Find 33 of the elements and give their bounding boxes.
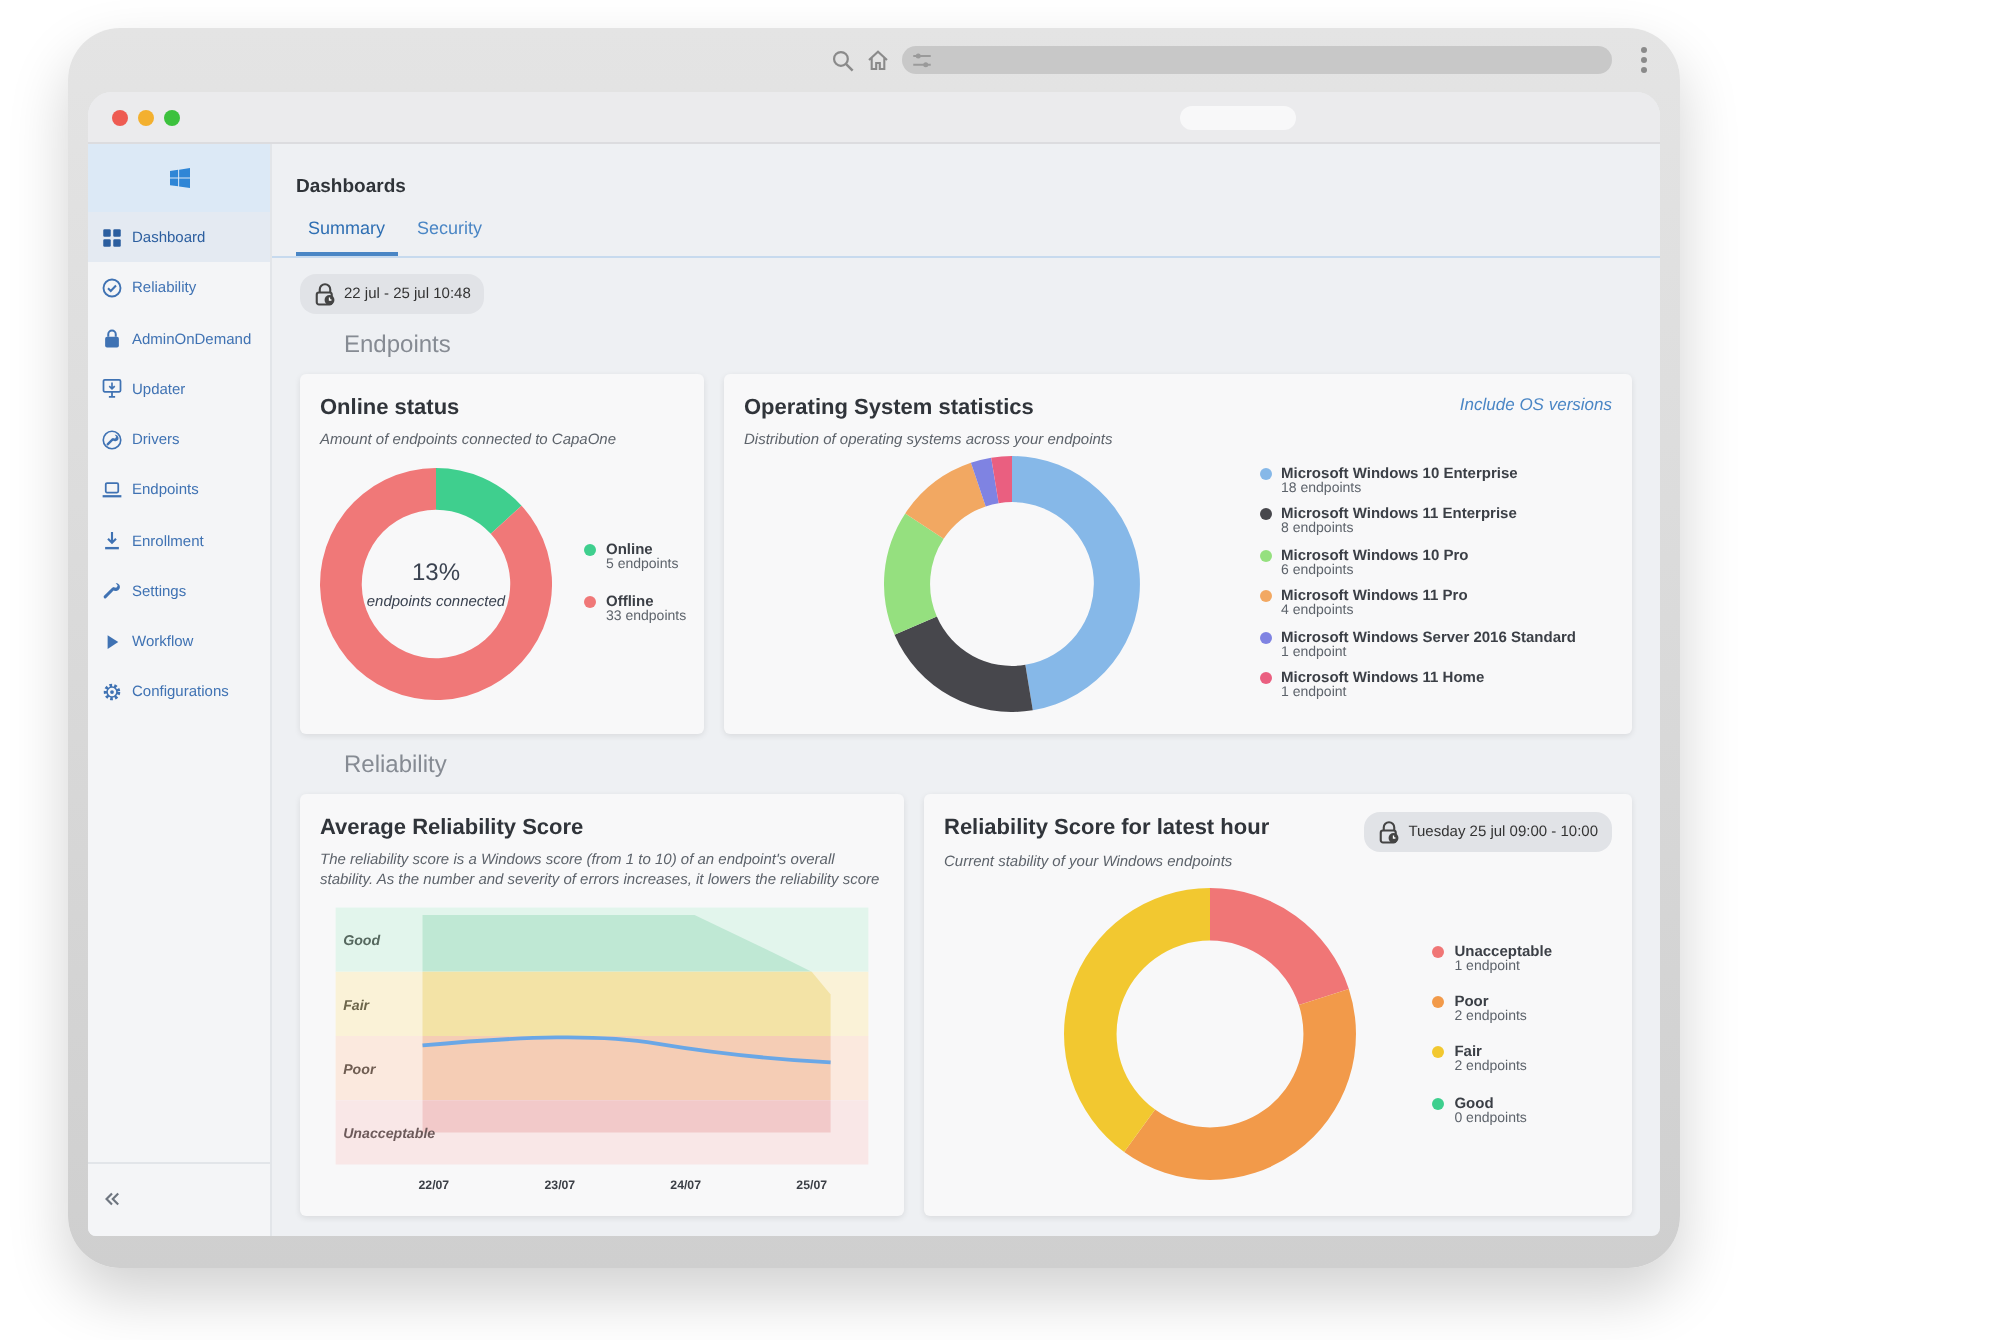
address-field[interactable] — [902, 46, 1612, 74]
center-value: 13% — [411, 556, 460, 590]
check-circle-icon — [102, 277, 122, 298]
monitor-icon — [102, 378, 122, 399]
download-icon — [102, 530, 122, 551]
collapse-icon[interactable] — [104, 1192, 120, 1207]
wrench-icon — [102, 580, 122, 601]
more-icon[interactable] — [1640, 46, 1648, 74]
window-close-icon[interactable] — [112, 109, 128, 125]
tab[interactable]: Summary — [296, 208, 398, 255]
tab[interactable]: Security — [405, 208, 495, 255]
lock-clock-icon — [1378, 820, 1401, 844]
home-icon[interactable] — [866, 48, 890, 72]
play-icon — [102, 631, 122, 652]
window-zoom-icon[interactable] — [164, 109, 180, 125]
card-title: Online status — [320, 393, 460, 423]
lock-icon — [102, 328, 122, 349]
card-title: Reliability Score for latest hour — [944, 814, 1270, 844]
section-heading: Reliability — [344, 748, 447, 782]
include-os-versions-link[interactable]: Include OS versions — [1459, 391, 1612, 417]
sliders-icon — [912, 51, 932, 69]
search-icon[interactable] — [832, 49, 854, 71]
window-minimize-icon[interactable] — [138, 109, 154, 125]
gear-icon — [102, 681, 122, 702]
window-logo-icon — [169, 168, 189, 188]
card-title: Operating System statistics — [744, 393, 1034, 423]
laptop-icon — [102, 479, 122, 500]
section-heading: Endpoints — [344, 327, 451, 361]
card-title: Average Reliability Score — [320, 814, 584, 844]
wrench-circle-icon — [102, 429, 122, 450]
grid-icon — [102, 227, 122, 248]
page-title: Dashboards — [296, 174, 406, 202]
lock-clock-icon — [314, 281, 336, 305]
